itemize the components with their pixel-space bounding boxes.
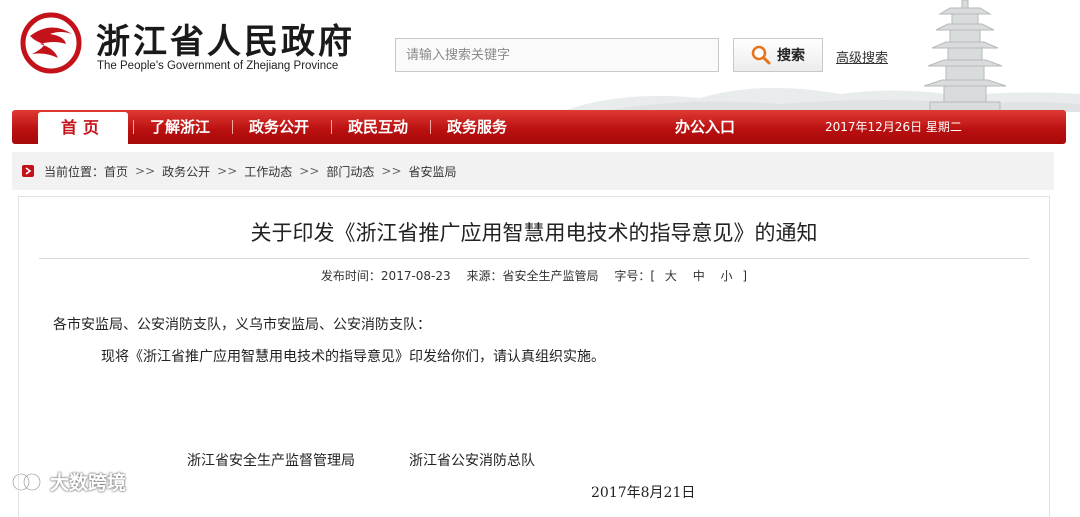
nav-item-about-zhejiang[interactable]: 了解浙江 <box>150 110 210 144</box>
watermark-text: 大数跨境 <box>50 472 127 494</box>
breadcrumb-gov-affairs-open[interactable]: 政务公开 <box>162 163 210 180</box>
font-size-small[interactable]: 小 <box>721 269 733 283</box>
article-salutation: 各市安监局、公安消防支队，义乌市安监局、公安消防支队： <box>53 317 431 333</box>
nav-divider <box>232 120 233 134</box>
advanced-search-link[interactable]: 高级搜索 <box>836 47 888 66</box>
search-button-label: 搜索 <box>777 48 805 64</box>
nav-date: 2017年12月26日 星期二 <box>825 120 962 134</box>
breadcrumb-dept-updates[interactable]: 部门动态 <box>326 163 374 180</box>
title-divider <box>39 258 1029 259</box>
nav-item-gov-services[interactable]: 政务服务 <box>447 110 507 144</box>
search-icon <box>751 45 771 65</box>
publish-time: 发布时间：2017-08-23 <box>320 269 451 283</box>
site-title: 浙江省人民政府 <box>96 22 355 62</box>
zhejiang-government-logo[interactable] <box>20 12 82 74</box>
search-input[interactable] <box>395 38 719 72</box>
breadcrumb-safety-bureau[interactable]: 省安监局 <box>409 163 457 180</box>
nav-item-office-portal[interactable]: 办公入口 <box>675 110 735 144</box>
article-title: 关于印发《浙江省推广应用智慧用电技术的指导意见》的通知 <box>250 221 818 245</box>
article-paragraph: 现将《浙江省推广应用智慧用电技术的指导意见》印发给你们，请认真组织实施。 <box>101 349 605 365</box>
search-button[interactable]: 搜索 <box>733 38 823 72</box>
site-header: 浙江省人民政府 The People's Government of Zheji… <box>0 0 1080 112</box>
nav-item-public-interaction[interactable]: 政民互动 <box>348 110 408 144</box>
breadcrumb-separator: >> <box>135 164 156 178</box>
document-date: 2017年8月21日 <box>591 485 696 501</box>
nav-divider <box>430 120 431 134</box>
site-subtitle: The People's Government of Zhejiang Prov… <box>97 60 339 72</box>
font-size-large[interactable]: 大 <box>665 269 677 283</box>
nav-home[interactable]: 首页 <box>38 112 128 146</box>
nav-item-gov-affairs-open[interactable]: 政务公开 <box>249 110 309 144</box>
signer-fire-brigade: 浙江省公安消防总队 <box>409 453 535 469</box>
article-source: 来源：省安全生产监管局 <box>466 269 599 283</box>
nav-divider <box>133 120 134 134</box>
breadcrumb: 当前位置： 首页 >> 政务公开 >> 工作动态 >> 部门动态 >> 省安监局 <box>12 152 1054 190</box>
nav-divider <box>331 120 332 134</box>
pagoda-illustration <box>923 0 1007 112</box>
main-nav: 首页 了解浙江 政务公开 政民互动 政务服务 办公入口 2017年12月26日 … <box>12 110 1066 146</box>
signer-safety-bureau: 浙江省安全生产监督管理局 <box>187 453 355 469</box>
breadcrumb-separator: >> <box>381 164 402 178</box>
breadcrumb-separator: >> <box>217 164 238 178</box>
watermark-logo-icon <box>11 472 42 491</box>
chevron-right-icon <box>22 165 34 177</box>
font-size-label: 字号：[ <box>614 269 656 283</box>
breadcrumb-work-updates[interactable]: 工作动态 <box>244 163 292 180</box>
article-panel: 关于印发《浙江省推广应用智慧用电技术的指导意见》的通知 发布时间：2017-08… <box>18 196 1050 517</box>
watermark: 大数跨境 <box>10 468 126 495</box>
breadcrumb-home[interactable]: 首页 <box>104 163 128 180</box>
font-size-medium[interactable]: 中 <box>693 269 705 283</box>
font-size-bracket-end: ] <box>742 269 748 283</box>
breadcrumb-separator: >> <box>299 164 320 178</box>
breadcrumb-prefix: 当前位置： <box>44 164 105 179</box>
article-meta: 发布时间：2017-08-23 来源：省安全生产监管局 字号：[ 大 中 小 ] <box>19 267 1049 284</box>
